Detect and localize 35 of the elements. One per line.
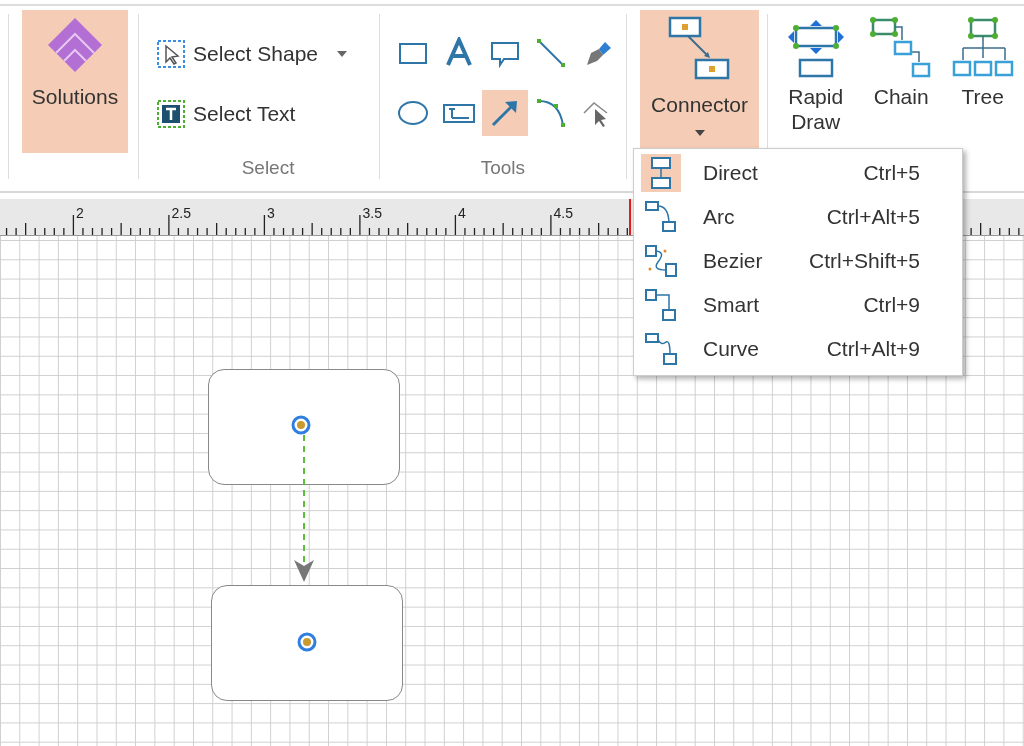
ruler-label: 4.5: [553, 205, 573, 221]
menu-item[interactable]: Smart Ctrl+9: [634, 283, 962, 327]
text-select-icon: [157, 100, 186, 128]
menu-item[interactable]: Bezier Ctrl+Shift+5: [634, 239, 962, 283]
bezier-connector-icon: [644, 244, 678, 278]
arc-icon: [535, 97, 568, 129]
select-shape-button[interactable]: Select Shape: [157, 34, 380, 74]
ruler-label: 2: [76, 205, 84, 221]
curve-connector-icon: [644, 332, 678, 366]
ruler-label: 4: [458, 205, 466, 221]
tree-button[interactable]: Tree: [941, 10, 1024, 109]
tool-button[interactable]: [482, 90, 529, 136]
connector-icon: [667, 16, 732, 82]
rapid-draw-button[interactable]: Rapid Draw: [770, 10, 861, 134]
group-label: Select: [241, 157, 295, 179]
solutions-button[interactable]: Solutions: [22, 10, 129, 153]
line-icon: [535, 37, 568, 69]
rounded-rectangle-shape[interactable]: [211, 585, 403, 701]
connection-point-icon[interactable]: [297, 632, 317, 652]
ruler-label: 3: [267, 205, 275, 221]
ruler-label: 2.5: [171, 205, 191, 221]
smart-connector-icon: [644, 288, 678, 322]
caret-icon: [336, 50, 348, 58]
ruler-label: 3.5: [362, 205, 382, 221]
menu-item[interactable]: Curve Ctrl+Alt+9: [634, 327, 962, 371]
connection-point-icon[interactable]: [291, 415, 311, 435]
rounded-rectangle-shape[interactable]: [208, 369, 400, 485]
caret-icon: [693, 129, 706, 137]
arc-connector-icon: [644, 200, 678, 234]
chain-button[interactable]: Chain: [862, 10, 940, 109]
shape-select-icon: [157, 40, 186, 68]
menu-item[interactable]: Arc Ctrl+Alt+5: [634, 195, 962, 239]
menu-item[interactable]: Direct Ctrl+5: [634, 151, 962, 195]
select-text-button[interactable]: Select Text: [157, 94, 380, 134]
group-label: Tools: [480, 157, 526, 179]
